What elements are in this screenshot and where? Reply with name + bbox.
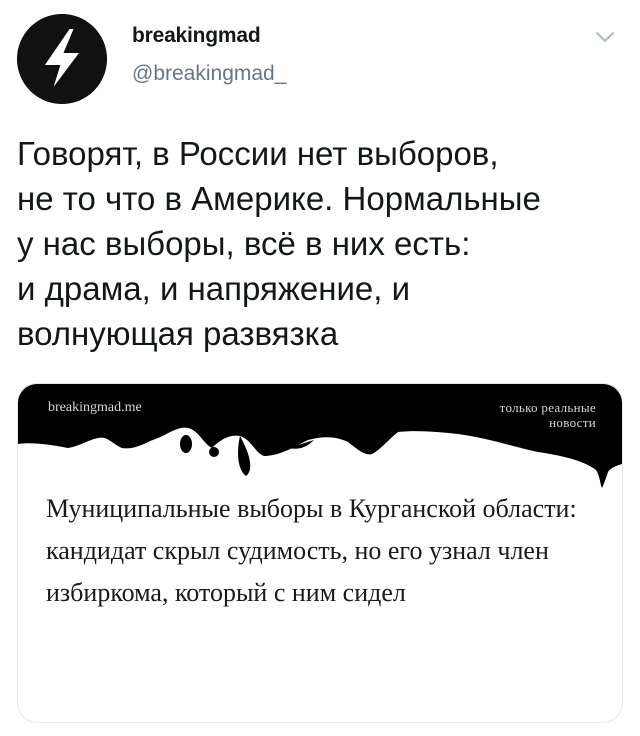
card-banner: breakingmad.me только реальные новости	[18, 384, 622, 494]
user-handle[interactable]: @breakingmad_	[132, 62, 286, 86]
display-name[interactable]: breakingmad	[132, 24, 261, 48]
tweet-text: Говорят, в России нет выборов, не то что…	[17, 135, 541, 352]
link-card[interactable]: breakingmad.me только реальные новости М…	[17, 383, 623, 723]
avatar[interactable]	[17, 14, 107, 104]
card-headline[interactable]: Муниципальные выборы в Курганской област…	[46, 488, 606, 614]
card-tagline: только реальные новости	[416, 400, 596, 430]
card-tagline-text: только реальные новости	[499, 400, 596, 430]
tweet-page: breakingmad @breakingmad_ Говорят, в Рос…	[0, 0, 640, 736]
lightning-bolt-icon	[17, 14, 107, 104]
card-site-name: breakingmad.me	[48, 400, 142, 415]
chevron-down-icon[interactable]	[594, 30, 616, 44]
